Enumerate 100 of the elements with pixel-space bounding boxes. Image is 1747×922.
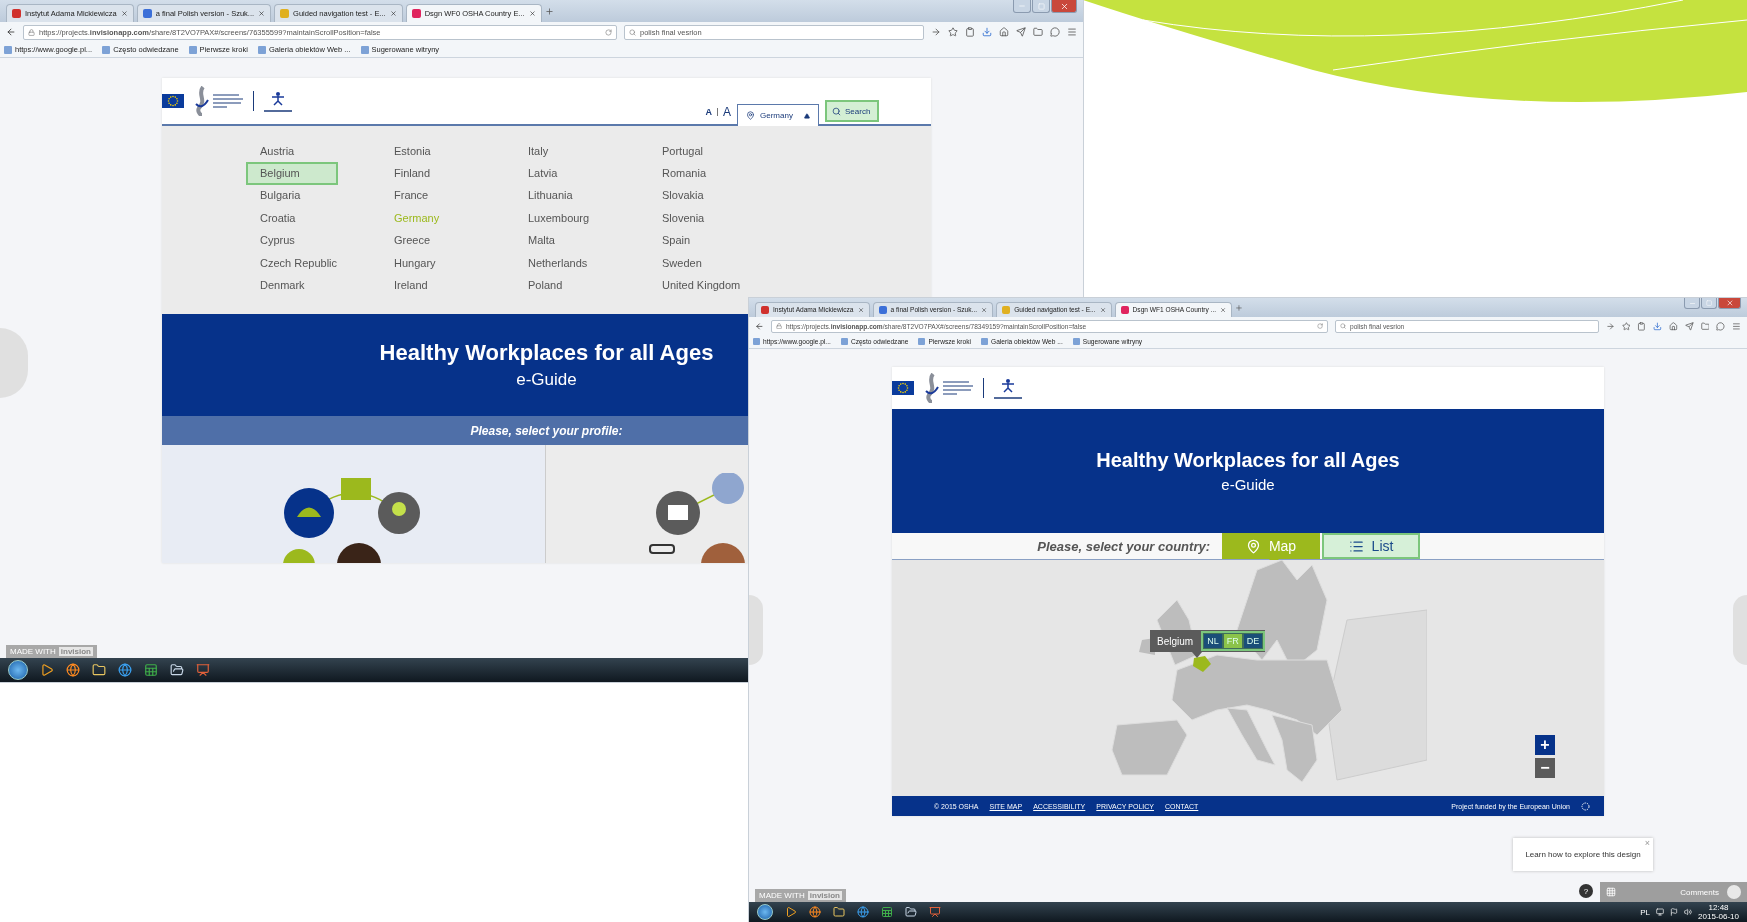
- play-icon[interactable]: [40, 663, 54, 677]
- country-link[interactable]: Croatia: [246, 206, 338, 230]
- country-link[interactable]: Malta: [514, 229, 606, 253]
- maximize-button[interactable]: [1032, 0, 1050, 13]
- country-link[interactable]: Hungary: [380, 251, 472, 275]
- language-button[interactable]: NL: [1204, 634, 1222, 649]
- country-link[interactable]: Lithuania: [514, 184, 606, 208]
- globe-icon[interactable]: [857, 906, 869, 918]
- country-link[interactable]: Greece: [380, 229, 472, 253]
- go-icon[interactable]: [1605, 321, 1615, 331]
- close-icon: [258, 10, 266, 17]
- chat-icon[interactable]: [1716, 321, 1726, 331]
- star-icon[interactable]: [948, 27, 958, 37]
- play-icon[interactable]: [785, 906, 797, 918]
- country-link[interactable]: Sweden: [648, 251, 740, 275]
- hint-popup: Learn how to explore this design ×: [1513, 838, 1653, 871]
- agency-wordmark-icon: [213, 92, 243, 110]
- flag-icon[interactable]: [1670, 908, 1679, 916]
- zoom-in-button[interactable]: +: [1535, 735, 1555, 756]
- speaker-icon[interactable]: [1684, 908, 1693, 916]
- comments-bar: Comments: [1600, 882, 1747, 902]
- profile-panel[interactable]: [162, 445, 546, 563]
- globe-icon[interactable]: [118, 663, 132, 677]
- presentation-icon[interactable]: [196, 663, 210, 677]
- maximize-icon: [1706, 300, 1713, 307]
- country-link[interactable]: Czech Republic: [246, 251, 338, 275]
- country-link[interactable]: Romania: [648, 162, 740, 186]
- country-link[interactable]: Bulgaria: [246, 184, 338, 208]
- monitor-icon[interactable]: [1656, 908, 1665, 916]
- close-button[interactable]: [1718, 298, 1741, 310]
- go-icon[interactable]: [931, 27, 941, 37]
- country-link[interactable]: Luxembourg: [514, 206, 606, 230]
- start-button[interactable]: [757, 904, 773, 920]
- country-link[interactable]: Cyprus: [246, 229, 338, 253]
- download-icon[interactable]: [982, 27, 992, 37]
- globe-icon[interactable]: [66, 663, 80, 677]
- back-icon[interactable]: [6, 27, 16, 37]
- home-icon[interactable]: [999, 27, 1009, 37]
- font-size-button[interactable]: A: [723, 105, 731, 119]
- country-dropdown[interactable]: Germany: [737, 104, 819, 126]
- spreadsheet-icon[interactable]: [144, 663, 158, 677]
- new-tab-icon[interactable]: [1235, 303, 1244, 312]
- close-icon: [1099, 306, 1106, 313]
- country-link[interactable]: Slovakia: [648, 184, 740, 208]
- search-button[interactable]: Search: [825, 100, 879, 122]
- grid-icon[interactable]: [1606, 887, 1616, 897]
- list-icon: [1348, 538, 1364, 554]
- menu-icon[interactable]: [1732, 321, 1741, 331]
- minimize-button[interactable]: [1013, 0, 1031, 13]
- download-icon[interactable]: [1653, 321, 1662, 331]
- zoom-out-button[interactable]: −: [1535, 758, 1555, 779]
- help-button[interactable]: ?: [1579, 884, 1593, 898]
- profile-prompt: Please, select your profile:: [470, 423, 623, 438]
- clipboard-icon[interactable]: [1637, 321, 1647, 331]
- minimize-button[interactable]: [1684, 298, 1701, 310]
- comments-toggle[interactable]: [1727, 885, 1741, 899]
- country-link[interactable]: Finland: [380, 162, 472, 186]
- country-link[interactable]: Slovenia: [648, 206, 740, 230]
- new-tab-icon[interactable]: [544, 6, 554, 16]
- country-link[interactable]: France: [380, 184, 472, 208]
- country-link[interactable]: Estonia: [380, 139, 472, 163]
- country-link[interactable]: United Kingdom: [648, 274, 740, 298]
- globe-icon[interactable]: [809, 906, 821, 918]
- country-link[interactable]: Austria: [246, 139, 338, 163]
- language-button[interactable]: DE: [1243, 634, 1263, 649]
- close-icon: [1725, 299, 1734, 308]
- country-link[interactable]: Ireland: [380, 274, 472, 298]
- reload-icon[interactable]: [1316, 323, 1323, 330]
- country-link[interactable]: Belgium: [246, 162, 338, 186]
- home-icon[interactable]: [1669, 321, 1678, 331]
- chat-icon[interactable]: [1050, 27, 1060, 37]
- tooltip-pointer-icon: [1192, 652, 1202, 659]
- country-link[interactable]: Poland: [514, 274, 606, 298]
- send-icon[interactable]: [1016, 27, 1026, 37]
- spreadsheet-icon[interactable]: [881, 906, 893, 918]
- maximize-icon: [1037, 2, 1045, 10]
- close-icon: [857, 306, 864, 313]
- country-link[interactable]: Latvia: [514, 162, 606, 186]
- agency-wordmark-icon: [943, 379, 973, 398]
- back-icon[interactable]: [755, 321, 764, 331]
- reload-icon[interactable]: [605, 28, 612, 36]
- menu-icon[interactable]: [1067, 27, 1077, 37]
- country-link[interactable]: Portugal: [648, 139, 740, 163]
- presentation-icon[interactable]: [929, 906, 941, 918]
- clipboard-icon[interactable]: [965, 27, 975, 37]
- send-icon[interactable]: [1684, 321, 1694, 331]
- close-button[interactable]: [1051, 0, 1077, 13]
- start-button[interactable]: [8, 660, 28, 680]
- search-icon: [832, 106, 841, 116]
- clock[interactable]: 12:48 2015-06-10: [1698, 903, 1739, 921]
- country-link[interactable]: Spain: [648, 229, 740, 253]
- language-indicator[interactable]: PL: [1640, 907, 1651, 917]
- country-link[interactable]: Italy: [514, 139, 606, 163]
- star-icon[interactable]: [1621, 321, 1631, 331]
- font-size-button[interactable]: A: [705, 107, 712, 117]
- country-link[interactable]: Denmark: [246, 274, 338, 298]
- profile-panel[interactable]: [546, 445, 749, 563]
- country-link[interactable]: Netherlands: [514, 251, 606, 275]
- maximize-button[interactable]: [1701, 298, 1718, 310]
- view-tab[interactable]: List: [1322, 533, 1420, 560]
